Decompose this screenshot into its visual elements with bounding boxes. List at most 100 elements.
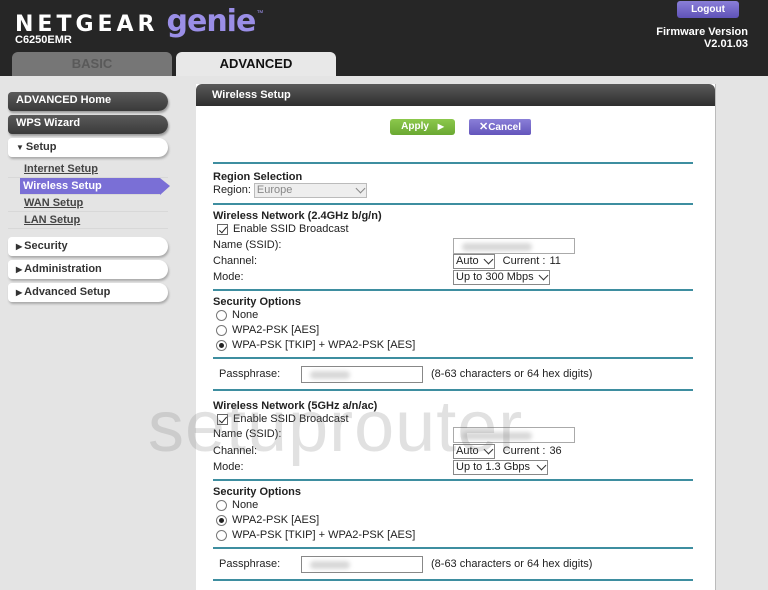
sidebar-item-setup[interactable]: ▼ Setup — [8, 138, 168, 157]
net5-ssid-broadcast-label: Enable SSID Broadcast — [233, 413, 349, 425]
sidebar-item-label: Security — [24, 240, 68, 252]
header: NETGEAR genie ™ C6250EMR Logout Firmware… — [0, 0, 768, 76]
sidebar-subitem-internet-setup[interactable]: Internet Setup — [8, 161, 168, 178]
caret-right-icon: ▶ — [16, 242, 23, 251]
net24-name-label: Name (SSID): — [213, 239, 282, 251]
net5-mode-label: Mode: — [213, 461, 244, 473]
sidebar-subitem-wireless-setup[interactable]: Wireless Setup — [20, 178, 170, 195]
region-select[interactable]: Europe — [253, 183, 367, 198]
net24-mode-label: Mode: — [213, 271, 244, 283]
option-label: None — [232, 309, 259, 321]
divider — [213, 203, 693, 205]
caret-right-icon: ▶ — [16, 288, 23, 297]
net5-ssid-broadcast-checkbox[interactable] — [217, 414, 228, 425]
net24-security-radio-wpa-wpa2[interactable] — [216, 340, 227, 351]
net5-channel-row: Channel: Auto Current : 36 — [213, 444, 693, 459]
setup-submenu: Internet Setup Wireless Setup WAN Setup … — [8, 161, 170, 229]
net5-mode-row: Mode: Up to 1.3 Gbps — [213, 460, 693, 475]
cancel-label: Cancel — [488, 122, 521, 133]
net24-channel-select[interactable]: Auto — [453, 254, 495, 269]
sidebar-subitem-wan-setup[interactable]: WAN Setup — [8, 195, 168, 212]
net24-mode-select[interactable]: Up to 300 Mbps — [453, 270, 550, 285]
sidebar-item-advanced-setup[interactable]: ▶ Advanced Setup — [8, 283, 168, 302]
region-value: Europe — [256, 184, 293, 196]
option-label: WPA-PSK [TKIP] + WPA2-PSK [AES] — [232, 529, 416, 541]
region-section-title: Region Selection — [213, 171, 303, 183]
net24-name-row: Name (SSID): — [213, 237, 693, 254]
net24-mode-row: Mode: Up to 300 Mbps — [213, 270, 693, 285]
redacted-value — [310, 560, 350, 569]
divider — [213, 389, 693, 391]
region-row: Region: Europe — [213, 183, 693, 198]
net24-passphrase-input[interactable] — [301, 365, 423, 383]
sidebar-item-advanced-home[interactable]: ADVANCED Home — [8, 92, 168, 111]
divider — [213, 479, 693, 481]
net5-channel-select[interactable]: Auto — [453, 444, 495, 459]
net5-security-option: None — [213, 498, 693, 513]
chevron-down-icon — [355, 183, 366, 194]
firmware-label: Firmware Version — [656, 26, 748, 38]
net24-security-radio-none[interactable] — [216, 310, 227, 321]
firmware-info: Firmware Version V2.01.03 — [656, 26, 748, 50]
sidebar-item-administration[interactable]: ▶ Administration — [8, 260, 168, 279]
net24-passphrase-hint: (8-63 characters or 64 hex digits) — [431, 368, 593, 380]
product-name: genie — [166, 4, 257, 39]
sidebar-item-label: Advanced Setup — [24, 286, 111, 298]
sidebar: ADVANCED Home WPS Wizard ▼ Setup Internet… — [8, 92, 170, 306]
net5-passphrase-hint: (8-63 characters or 64 hex digits) — [431, 558, 593, 570]
apply-button[interactable]: Apply ▶ — [390, 119, 455, 135]
net5-ssid-broadcast-row: Enable SSID Broadcast — [213, 412, 693, 427]
x-icon: ✕ — [478, 121, 489, 133]
net24-ssid-broadcast-checkbox[interactable] — [217, 224, 228, 235]
sidebar-item-label: Administration — [24, 263, 102, 275]
net5-passphrase-input[interactable] — [301, 555, 423, 573]
sidebar-item-wps-wizard[interactable]: WPS Wizard — [8, 115, 168, 134]
net5-ssid-input[interactable] — [453, 426, 575, 443]
net5-security-radio-none[interactable] — [216, 500, 227, 511]
net24-passphrase-label: Passphrase: — [219, 368, 281, 380]
logout-button[interactable]: Logout — [677, 1, 739, 18]
net24-security-option: None — [213, 308, 693, 323]
net24-current-label: Current : — [502, 255, 546, 267]
action-buttons: Apply ▶ ✕Cancel — [390, 119, 531, 135]
channel-value: Auto — [456, 445, 479, 457]
tab-basic[interactable]: BASIC — [12, 52, 172, 76]
net5-name-row: Name (SSID): — [213, 426, 693, 443]
mode-value: Up to 1.3 Gbps — [456, 461, 530, 473]
chevron-down-icon — [538, 270, 549, 281]
tab-advanced[interactable]: ADVANCED — [176, 52, 336, 76]
net24-ssid-broadcast-label: Enable SSID Broadcast — [233, 223, 349, 235]
net5-channel-label: Channel: — [213, 445, 258, 457]
chevron-down-icon — [483, 444, 494, 455]
wireless-setup-panel: Wireless Setup Apply ▶ ✕Cancel Region Se… — [196, 84, 716, 590]
chevron-down-icon — [536, 460, 547, 471]
option-label: WPA-PSK [TKIP] + WPA2-PSK [AES] — [232, 339, 416, 351]
sidebar-subitem-lan-setup[interactable]: LAN Setup — [8, 212, 168, 229]
caret-down-icon: ▼ — [16, 143, 24, 152]
net24-channel-row: Channel: Auto Current : 11 — [213, 254, 693, 269]
net5-security-radio-wpa-wpa2[interactable] — [216, 530, 227, 541]
net5-security-option: WPA-PSK [TKIP] + WPA2-PSK [AES] — [213, 528, 693, 543]
net24-ssid-input[interactable] — [453, 237, 575, 254]
net24-channel-label: Channel: — [213, 255, 258, 267]
net5-passphrase-row: Passphrase: (8-63 characters or 64 hex d… — [213, 549, 693, 579]
net5-mode-select[interactable]: Up to 1.3 Gbps — [453, 460, 548, 475]
net24-security-title: Security Options — [213, 296, 302, 308]
net24-security-radio-wpa2[interactable] — [216, 325, 227, 336]
net24-security-option: WPA2-PSK [AES] — [213, 323, 693, 338]
firmware-version: V2.01.03 — [703, 38, 748, 50]
net5-name-label: Name (SSID): — [213, 428, 282, 440]
net5-current-label: Current : — [502, 445, 546, 457]
mode-value: Up to 300 Mbps — [456, 271, 534, 283]
region-label: Region: — [213, 184, 251, 196]
redacted-value — [462, 431, 532, 440]
form-content: Region Selection Region: Europe Wireless… — [213, 162, 693, 581]
panel-title: Wireless Setup — [196, 84, 715, 106]
net24-section-title: Wireless Network (2.4GHz b/g/n) — [213, 210, 382, 222]
play-arrow-icon: ▶ — [437, 122, 444, 131]
sidebar-item-security[interactable]: ▶ Security — [8, 237, 168, 256]
net5-security-radio-wpa2[interactable] — [216, 515, 227, 526]
cancel-button[interactable]: ✕Cancel — [469, 119, 531, 135]
sidebar-item-label: Setup — [25, 141, 57, 153]
redacted-value — [310, 370, 350, 379]
